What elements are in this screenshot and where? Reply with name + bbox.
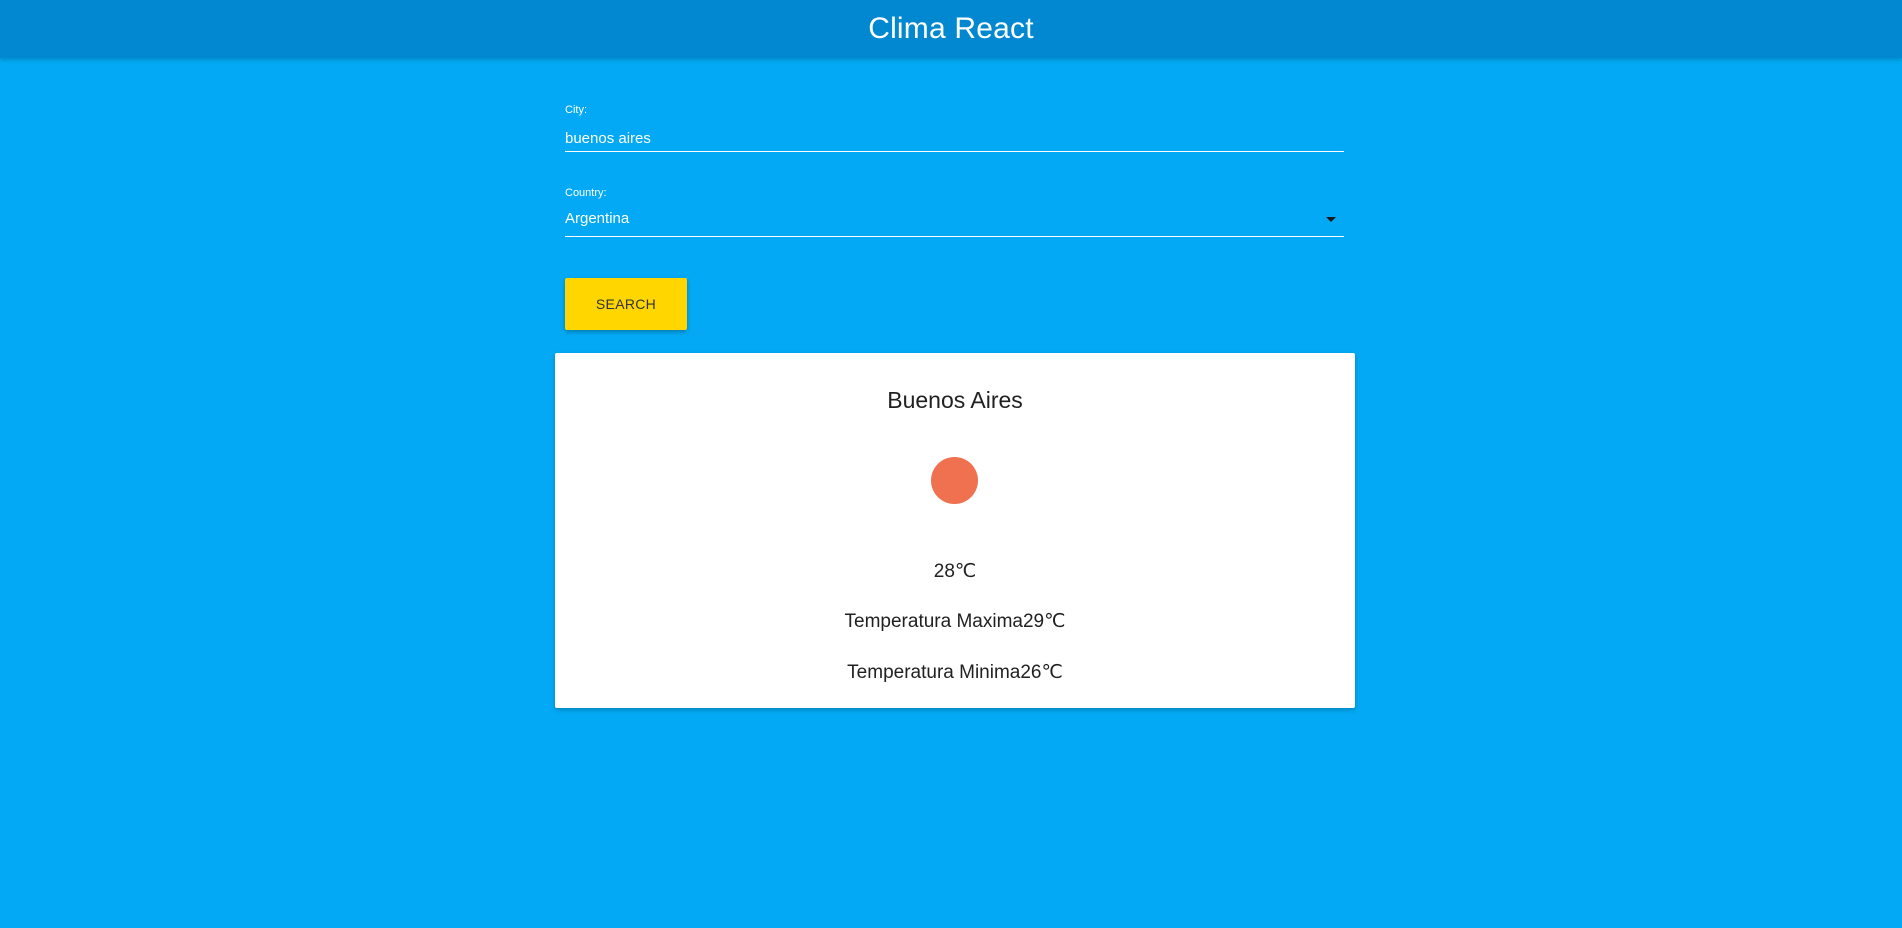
result-city-name: Buenos Aires xyxy=(887,387,1023,413)
country-select[interactable]: Argentina xyxy=(565,208,1344,237)
city-label: City: xyxy=(565,104,587,116)
country-select-value: Argentina xyxy=(565,210,630,227)
min-temperature: Temperatura Minima26℃ xyxy=(847,662,1063,683)
dropdown-arrow-icon xyxy=(1326,217,1336,222)
city-input[interactable] xyxy=(565,125,1344,152)
app-bar: Clima React xyxy=(0,0,1902,58)
weather-result-card: Buenos Aires 28℃ Temperatura Maxima29℃ T… xyxy=(555,353,1355,708)
app-title: Clima React xyxy=(868,12,1034,45)
country-field: Country: Argentina xyxy=(565,187,1344,237)
search-button[interactable]: SEARCH xyxy=(565,278,687,330)
country-label: Country: xyxy=(565,187,607,199)
max-temperature: Temperatura Maxima29℃ xyxy=(844,611,1066,632)
current-temperature: 28℃ xyxy=(933,561,977,582)
city-field: City: xyxy=(565,104,1344,152)
weather-icon xyxy=(931,457,978,504)
